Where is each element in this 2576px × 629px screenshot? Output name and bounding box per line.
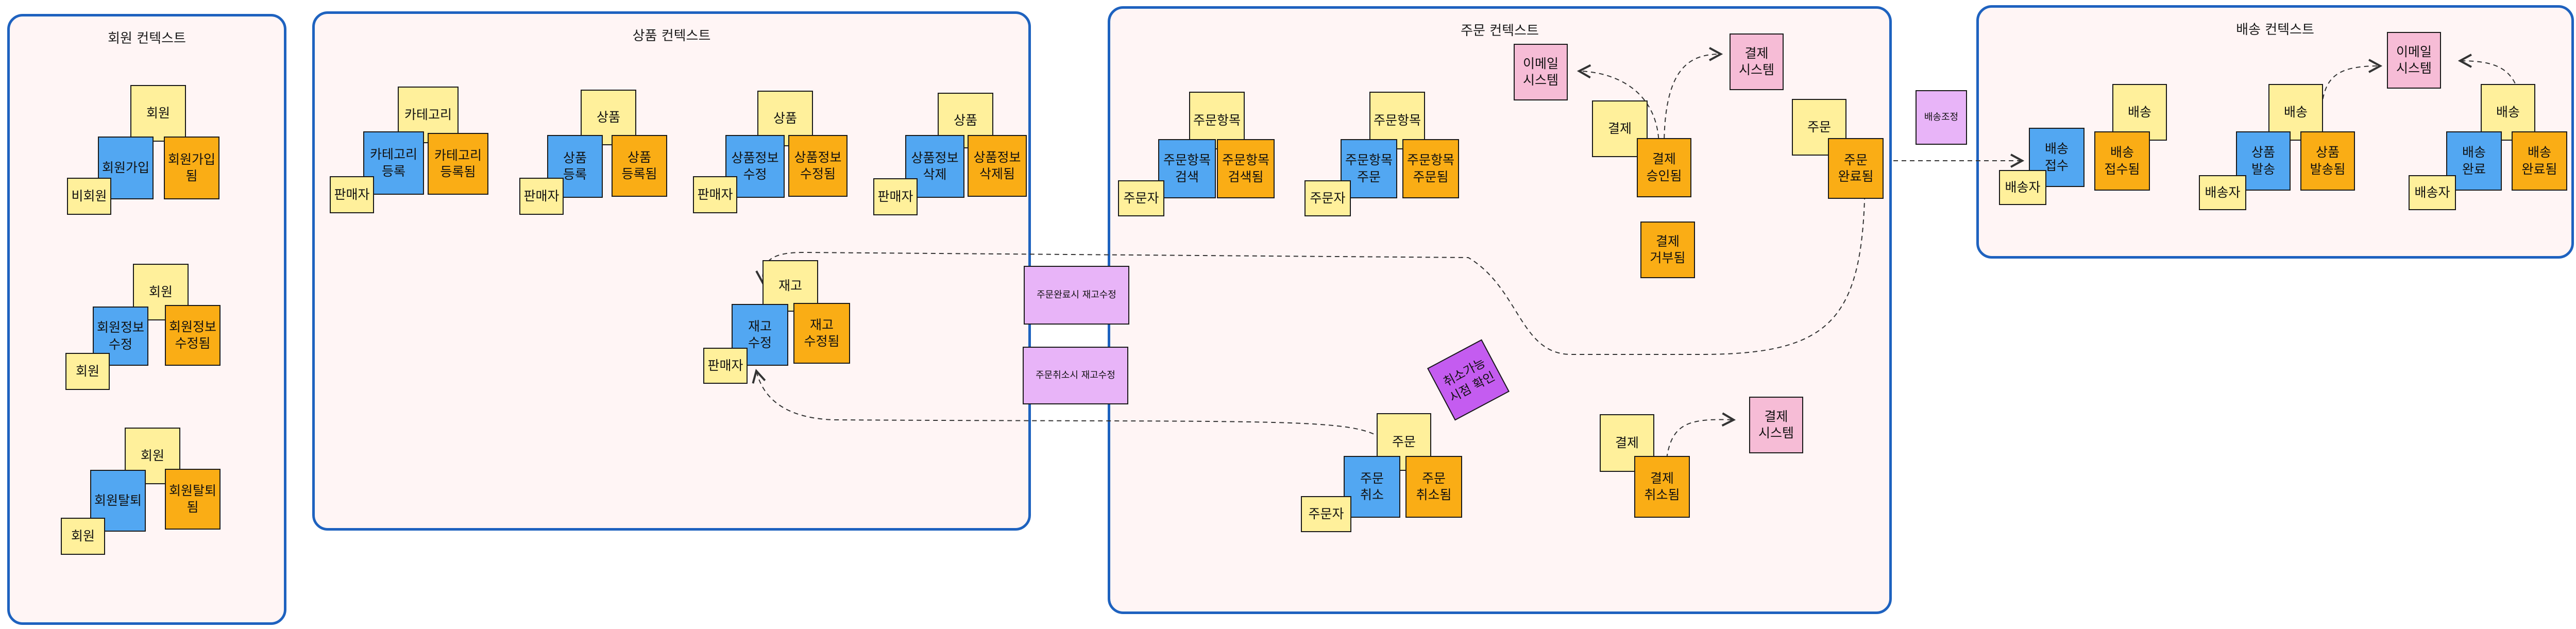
event-product-shipped: 상품 발송됨 <box>2300 131 2355 191</box>
actor-seller-register: 판매자 <box>519 178 564 215</box>
policy-delivery: 배송조정 <box>1916 90 1967 145</box>
command-order-cancel: 주문 취소 <box>1344 456 1400 518</box>
event-delivery-completed: 배송 완료됨 <box>2512 131 2567 191</box>
event-order-cancelled: 주문 취소됨 <box>1405 456 1462 518</box>
external-payment-system-cancel: 결제 시스템 <box>1749 397 1803 453</box>
actor-orderer-search: 주문자 <box>1118 180 1164 216</box>
event-order-item-placed: 주문항목 주문됨 <box>1402 139 1459 198</box>
actor-orderer-cancel: 주문자 <box>1301 496 1351 532</box>
actor-deliverer-ship: 배송자 <box>2199 175 2246 210</box>
event-product-modified: 상품정보 수정됨 <box>788 135 848 197</box>
event-order-completed: 주문 완료됨 <box>1828 138 1884 199</box>
actor-deliverer-complete: 배송자 <box>2409 175 2456 210</box>
actor-seller-modify: 판매자 <box>693 176 737 213</box>
actor-seller-category: 판매자 <box>330 176 374 213</box>
event-withdrawn: 회원탈퇴 됨 <box>165 469 221 530</box>
actor-member-update: 회원 <box>65 353 110 390</box>
arrow-payment-to-paysystem <box>1664 54 1721 147</box>
aggregate-member: 회원 <box>130 85 186 142</box>
event-payment-approved: 결제 승인됨 <box>1637 138 1691 197</box>
actor-seller-remove: 판매자 <box>873 178 918 215</box>
event-stock-updated: 재고 수정됨 <box>793 303 850 364</box>
event-order-item-searched: 주문항목 검색됨 <box>1217 139 1275 198</box>
event-product-registered: 상품 등록됨 <box>612 135 667 197</box>
actor-member-withdraw: 회원 <box>61 518 105 555</box>
event-delivery-received: 배송 접수됨 <box>2094 131 2150 191</box>
actor-orderer-place: 주문자 <box>1304 180 1351 216</box>
command-order-item-search: 주문항목 검색 <box>1158 139 1216 198</box>
external-email-system: 이메일 시스템 <box>1514 44 1568 100</box>
actor-seller-stock: 판매자 <box>703 348 748 384</box>
event-payment-rejected: 결제 거부됨 <box>1640 222 1695 278</box>
policy-order-cancel-stock: 주문취소시 재고수정 <box>1023 347 1128 404</box>
event-payment-cancelled: 결제 취소됨 <box>1634 456 1690 518</box>
event-product-removed: 상품정보 삭제됨 <box>968 135 1027 197</box>
external-payment-system: 결제 시스템 <box>1730 33 1784 90</box>
arrow-shipped-to-email <box>2320 66 2380 124</box>
flow-arrows <box>0 0 2522 459</box>
arrow-cancel-to-paysystem <box>1666 419 1734 459</box>
event-category-registered: 카테고리 등록됨 <box>428 133 488 195</box>
actor-deliverer-receive: 배송자 <box>1999 170 2046 205</box>
policy-order-complete-stock: 주문완료시 재고수정 <box>1024 266 1129 325</box>
event-member-updated: 회원정보 수정됨 <box>165 305 221 366</box>
actor-nonmember: 비회원 <box>67 178 111 215</box>
event-signed-up: 회원가입 됨 <box>164 137 219 199</box>
external-email-system-delivery: 이메일 시스템 <box>2387 32 2441 89</box>
